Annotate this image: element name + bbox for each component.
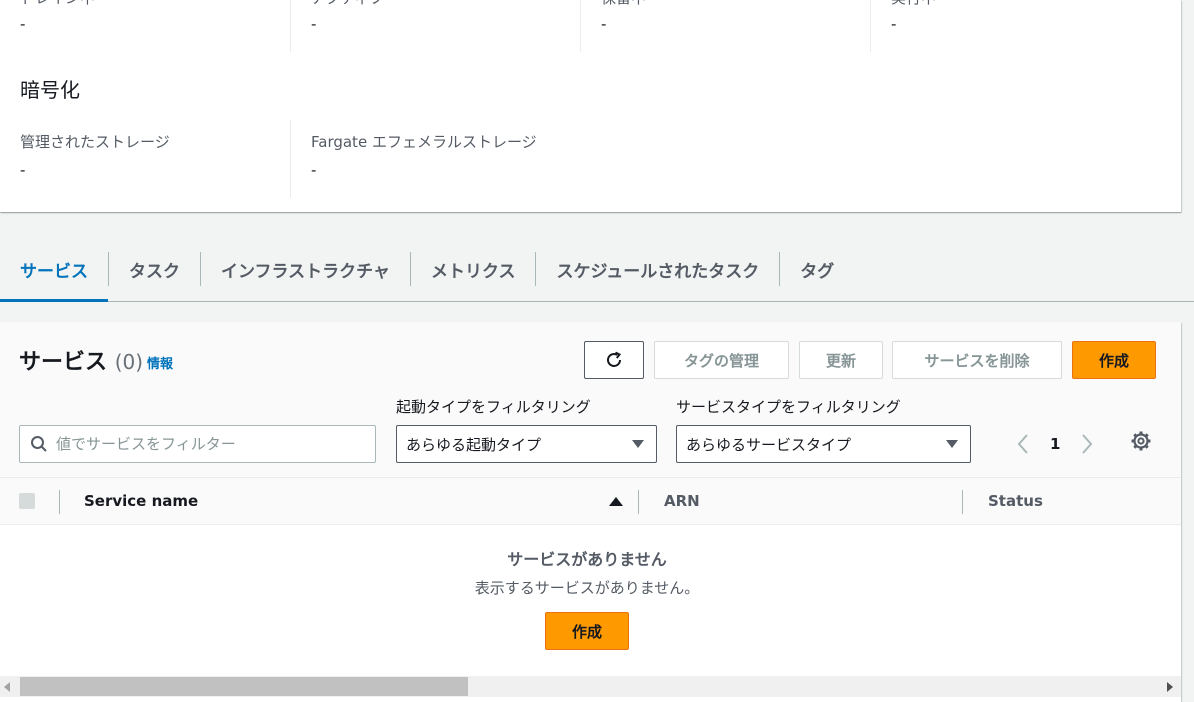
create-service-button[interactable]: 作成 — [1072, 341, 1156, 379]
kv-label: ドレイン中 — [20, 0, 290, 8]
encryption-heading: 暗号化 — [20, 78, 80, 102]
sort-ascending-icon[interactable] — [609, 497, 623, 506]
kv-label: 保留中 — [601, 0, 870, 8]
kv-label: アクティブ — [311, 0, 580, 8]
service-search-input[interactable] — [56, 435, 356, 453]
column-divider[interactable] — [962, 490, 963, 514]
kv-value: - — [20, 15, 26, 33]
kv-value: - — [311, 15, 317, 33]
kv-fargate-ephemeral-storage: Fargate エフェメラルストレージ - — [290, 120, 590, 198]
info-link[interactable]: 情報 — [147, 353, 173, 372]
empty-state-description: 表示するサービスがありません。 — [474, 579, 700, 597]
scroll-left-arrow-icon[interactable] — [4, 682, 10, 692]
refresh-button[interactable] — [584, 341, 644, 379]
services-header: サービス (0) 情報 タグの管理 更新 サービスを削除 作成 起動タイプをフィ… — [0, 322, 1181, 478]
delete-service-button[interactable]: サービスを削除 — [892, 341, 1062, 379]
kv-draining: ドレイン中 - — [0, 0, 290, 52]
kv-label: Fargate エフェメラルストレージ — [311, 133, 537, 151]
services-title: サービス (0) — [19, 344, 143, 376]
kv-value: - — [891, 15, 897, 33]
horizontal-scrollbar[interactable] — [0, 676, 1181, 697]
services-count: (0) — [114, 350, 144, 374]
pagination: 1 — [1016, 429, 1094, 459]
launch-type-selected-value: あらゆる起動タイプ — [406, 435, 542, 454]
task-status-row: ドレイン中 - アクティブ - 保留中 - 実行中 - — [0, 0, 1160, 52]
tab-services[interactable]: サービス — [0, 238, 108, 302]
column-header-arn[interactable]: ARN — [664, 492, 700, 510]
scrollbar-thumb[interactable] — [20, 677, 468, 696]
encryption-row: 管理されたストレージ - Fargate エフェメラルストレージ - — [0, 120, 590, 198]
select-all-checkbox[interactable] — [19, 493, 35, 509]
tab-tags[interactable]: タグ — [780, 238, 854, 300]
gear-icon[interactable] — [1130, 430, 1152, 452]
kv-running: 実行中 - — [870, 0, 1160, 52]
tab-tasks[interactable]: タスク — [109, 238, 200, 300]
empty-state-create-button[interactable]: 作成 — [545, 612, 629, 650]
manage-tags-button[interactable]: タグの管理 — [654, 341, 789, 379]
cluster-details-card: ドレイン中 - アクティブ - 保留中 - 実行中 - 暗号化 管理されたストレ… — [0, 0, 1181, 212]
kv-managed-storage: 管理されたストレージ - — [0, 120, 290, 198]
refresh-icon — [607, 351, 622, 367]
column-divider — [59, 490, 60, 514]
kv-value: - — [311, 161, 317, 179]
current-page[interactable]: 1 — [1050, 435, 1060, 453]
tab-metrics[interactable]: メトリクス — [411, 238, 536, 300]
chevron-right-icon[interactable] — [1080, 433, 1094, 455]
caret-down-icon — [632, 440, 644, 448]
chevron-left-icon[interactable] — [1016, 433, 1030, 455]
column-divider[interactable] — [638, 490, 639, 514]
kv-value: - — [601, 15, 607, 33]
kv-label: 実行中 — [891, 0, 1160, 8]
service-type-filter-label: サービスタイプをフィルタリング — [676, 398, 901, 416]
cluster-tabs: サービス タスク インフラストラクチャ メトリクス スケジュールされたタスク タ… — [0, 238, 1194, 302]
kv-active: アクティブ - — [290, 0, 580, 52]
service-type-selected-value: あらゆるサービスタイプ — [686, 435, 852, 454]
kv-value: - — [20, 161, 26, 179]
service-search-box[interactable] — [19, 425, 376, 463]
tab-scheduled-tasks[interactable]: スケジュールされたタスク — [536, 238, 779, 300]
empty-state-title: サービスがありません — [507, 550, 667, 569]
service-type-select[interactable]: あらゆるサービスタイプ — [676, 425, 971, 463]
launch-type-filter-label: 起動タイプをフィルタリング — [396, 398, 591, 416]
update-button[interactable]: 更新 — [799, 341, 883, 379]
column-header-service-name[interactable]: Service name — [84, 492, 198, 510]
column-header-status[interactable]: Status — [988, 492, 1043, 510]
kv-pending: 保留中 - — [580, 0, 870, 52]
services-table-header: Service name ARN Status — [0, 478, 1181, 525]
search-icon — [31, 436, 47, 452]
tab-infrastructure[interactable]: インフラストラクチャ — [201, 238, 410, 300]
scroll-right-arrow-icon[interactable] — [1167, 682, 1173, 692]
kv-label: 管理されたストレージ — [20, 133, 170, 151]
services-panel: サービス (0) 情報 タグの管理 更新 サービスを削除 作成 起動タイプをフィ… — [0, 322, 1181, 702]
launch-type-select[interactable]: あらゆる起動タイプ — [396, 425, 657, 463]
caret-down-icon — [946, 440, 958, 448]
services-title-text: サービス — [19, 350, 108, 375]
